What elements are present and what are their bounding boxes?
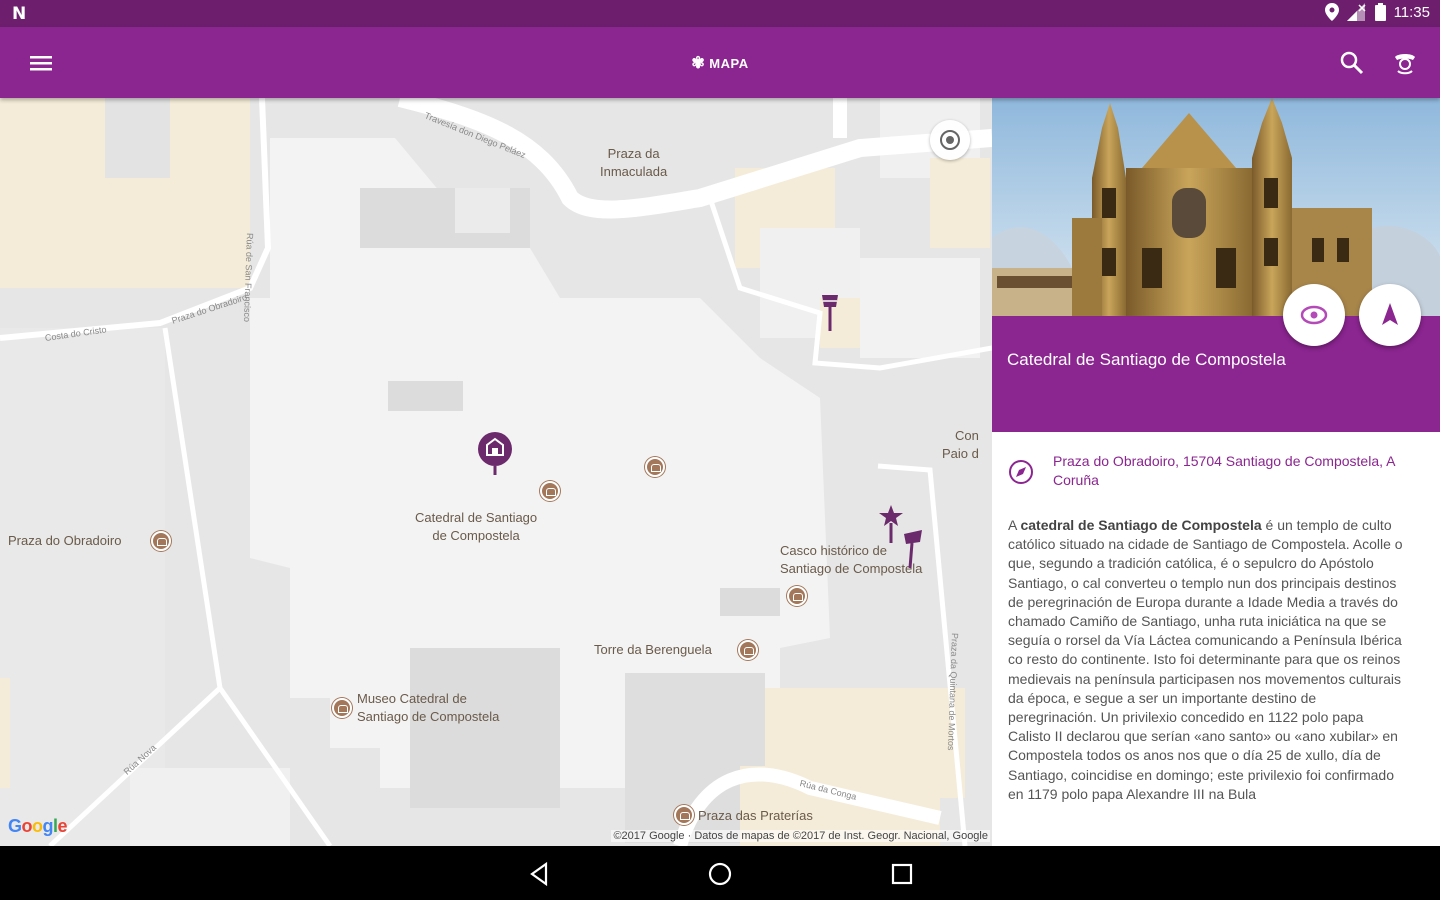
description-bold: catedral de Santiago de Compostela [1020,517,1262,533]
compass-icon [1009,460,1033,484]
page-title-text: MAPA [709,56,749,71]
search-button[interactable] [1338,49,1366,77]
navigation-arrow-icon [1382,303,1398,325]
home-circle-icon [708,862,732,886]
map-label-catedral[interactable]: Catedral de Santiago de Compostela [415,509,537,545]
map-label-praza-praterias[interactable]: Praza das Praterías [698,807,813,825]
menu-button[interactable] [24,49,58,77]
pilgrim-icon [1395,54,1415,75]
status-icons: 11:35 [1324,3,1430,21]
place-title: Catedral de Santiago de Compostela [1007,350,1286,369]
place-detail-panel: Catedral de Santiago de Compostela Praza… [992,98,1440,846]
poi-museo-catedral-icon[interactable] [332,698,352,718]
search-icon [1340,51,1364,75]
poi-catedral-icon[interactable] [540,481,560,501]
eye-icon [1300,305,1328,325]
map-label-con-paio[interactable]: Con Paio d [942,427,979,463]
app-bar: ✾ MAPA [0,27,1440,98]
poi-praza-praterias-icon[interactable] [674,805,694,825]
page-title: ✾ MAPA [0,53,1440,73]
place-address[interactable]: Praza do Obradoiro, 15704 Santiago de Co… [1053,452,1427,490]
description-text: é un templo de culto católico situado na… [1008,517,1403,802]
navigate-button[interactable] [1359,284,1421,346]
map-copyright: ©2017 Google · Datos de mapas de ©2017 d… [611,830,990,842]
poi-praza-obradoiro-icon[interactable] [151,531,171,551]
back-triangle-icon [530,861,548,887]
pilgrim-marker-icon[interactable] [900,528,926,570]
map-label-museo-catedral[interactable]: Museo Catedral de Santiago de Compostela [357,690,499,726]
map-label-torre-berenguela[interactable]: Torre da Berenguela [594,641,712,659]
pilgrim-marker-icon[interactable] [818,291,842,333]
location-icon [1324,3,1339,21]
recents-button[interactable] [888,860,916,888]
status-time: 11:35 [1393,3,1430,21]
description-prefix: A [1008,517,1021,533]
selected-cathedral-marker-icon[interactable] [477,431,513,475]
notification-n-icon: N [12,4,27,24]
view-360-button[interactable] [1283,284,1345,346]
map-view[interactable]: Travesía don Diego Peláez Rúa de San Fra… [0,98,992,846]
pilgrim-guide-button[interactable] [1390,49,1420,77]
place-description: A catedral de Santiago de Compostela é u… [1008,516,1408,804]
scallop-logo-icon: ✾ [691,55,706,72]
back-button[interactable] [526,860,554,888]
google-logo: Google [8,816,68,836]
poi-casco-historico-icon[interactable] [787,586,807,606]
map-label-praza-obradoiro[interactable]: Praza do Obradoiro [8,532,121,550]
poi-torre-berenguela-icon[interactable] [738,640,758,660]
map-label-praza-inmaculada[interactable]: Praza da Inmaculada [600,145,667,181]
my-location-button[interactable] [930,120,970,160]
battery-icon [1374,3,1386,21]
recents-square-icon [891,863,913,885]
system-navigation-bar [0,846,1440,900]
address-row[interactable]: Praza do Obradoiro, 15704 Santiago de Co… [1007,452,1427,490]
home-button[interactable] [706,860,734,888]
status-bar: N 11:35 [0,0,1440,27]
hamburger-icon [30,56,52,71]
signal-icon [1346,3,1366,21]
poi-icon[interactable] [645,457,665,477]
